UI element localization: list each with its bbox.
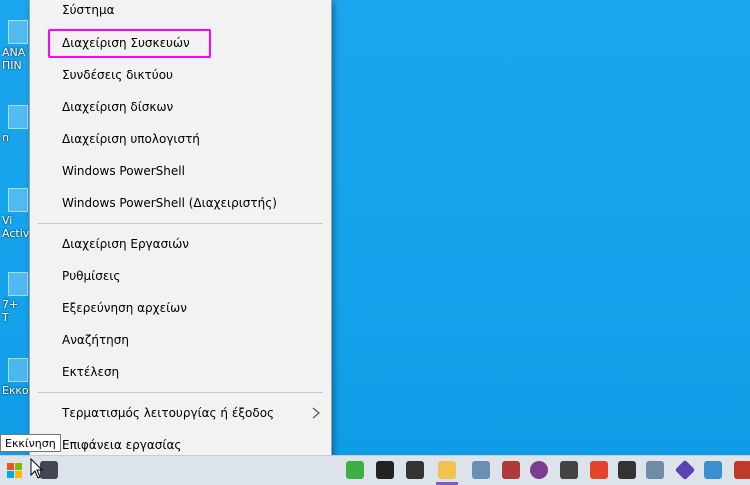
desktop-icon-label: 7+ — [2, 298, 19, 311]
menu-item-task-manager[interactable]: Διαχείριση Εργασιών — [30, 232, 331, 256]
app-red-icon[interactable] — [502, 461, 520, 479]
menu-item-label: Διαχείριση Συσκευών — [62, 36, 190, 50]
app-s-icon[interactable] — [590, 461, 608, 479]
app-dark-icon[interactable] — [406, 461, 424, 479]
menu-item-shutdown[interactable]: Τερματισμός λειτουργίας ή έξοδος — [30, 401, 331, 425]
menu-item-label: Διαχείριση δίσκων — [62, 100, 174, 114]
start-button[interactable] — [0, 456, 30, 485]
menu-separator — [38, 392, 323, 393]
menu-item-label: Συνδέσεις δικτύου — [62, 68, 173, 82]
desktop-icon-1[interactable]: ΑΝΑ ΠΙΝ — [2, 20, 32, 72]
menu-item-label: Σύστημα — [62, 3, 115, 17]
winx-context-menu: Σύστημα Διαχείριση Συσκευών Συνδέσεις δι… — [29, 0, 332, 468]
desktop-icon-2[interactable]: n — [2, 105, 32, 144]
menu-item-file-explorer[interactable]: Εξερεύνηση αρχείων — [30, 296, 331, 320]
photos-icon[interactable] — [472, 461, 490, 479]
file-icon — [8, 20, 28, 44]
menu-item-computer-management[interactable]: Διαχείριση υπολογιστή — [30, 127, 331, 151]
menu-item-powershell-admin[interactable]: Windows PowerShell (Διαχειριστής) — [30, 191, 331, 215]
menu-item-system[interactable]: Σύστημα — [30, 0, 331, 22]
file-icon — [8, 272, 28, 296]
mouse-cursor-icon — [30, 458, 44, 479]
desktop-icon-3[interactable]: Vi Activ — [2, 188, 32, 240]
menu-item-desktop[interactable]: Επιφάνεια εργασίας — [30, 433, 331, 457]
menu-item-label: Windows PowerShell (Διαχειριστής) — [62, 196, 277, 210]
app-purple-icon[interactable] — [530, 461, 548, 479]
menu-item-run[interactable]: Εκτέλεση — [30, 360, 331, 384]
menu-item-label: Ρυθμίσεις — [62, 269, 121, 283]
camera-icon[interactable] — [560, 461, 578, 479]
menu-item-settings[interactable]: Ρυθμίσεις — [30, 264, 331, 288]
menu-separator — [38, 223, 323, 224]
desktop-icon-label: Εκκο — [2, 384, 29, 397]
desktop-icon-label: n — [2, 131, 9, 144]
menu-item-disk-management[interactable]: Διαχείριση δίσκων — [30, 95, 331, 119]
menu-item-label: Τερματισμός λειτουργίας ή έξοδος — [62, 406, 275, 420]
app-edge-icon[interactable] — [734, 461, 750, 479]
desktop-icon-label: Vi — [2, 214, 13, 227]
menu-item-search[interactable]: Αναζήτηση — [30, 328, 331, 352]
menu-item-label: Εξερεύνηση αρχείων — [62, 301, 187, 315]
menu-item-label: Επιφάνεια εργασίας — [62, 438, 182, 452]
desktop-icon-4[interactable]: 7+ T — [2, 272, 32, 324]
file-explorer-icon[interactable] — [438, 461, 456, 479]
desktop-icon-label: ΑΝΑ — [2, 46, 26, 59]
desktop-icon-label: T — [2, 311, 9, 324]
menu-item-label: Διαχείριση υπολογιστή — [62, 132, 200, 146]
file-icon — [8, 105, 28, 129]
menu-item-network-connections[interactable]: Συνδέσεις δικτύου — [30, 63, 331, 87]
desktop-icon-label: Activ — [2, 227, 30, 240]
menu-item-label: Εκτέλεση — [62, 365, 120, 379]
chevron-right-icon — [312, 407, 320, 419]
menu-item-powershell[interactable]: Windows PowerShell — [30, 159, 331, 183]
file-icon — [8, 188, 28, 212]
app-x-icon[interactable] — [376, 461, 394, 479]
app-diamond-icon[interactable] — [674, 459, 696, 481]
app-gray-icon[interactable] — [646, 461, 664, 479]
start-tooltip: Εκκίνηση — [0, 434, 61, 452]
desktop-icon-label: ΠΙΝ — [2, 59, 22, 72]
menu-item-label: Windows PowerShell — [62, 164, 185, 178]
evernote-icon[interactable] — [346, 461, 364, 479]
windows-logo-icon — [7, 462, 22, 478]
file-icon — [8, 358, 28, 382]
menu-item-device-manager[interactable]: Διαχείριση Συσκευών — [30, 31, 331, 55]
app-black-icon[interactable] — [618, 461, 636, 479]
monitor-icon[interactable] — [704, 461, 722, 479]
menu-item-label: Αναζήτηση — [62, 333, 129, 347]
taskbar — [0, 455, 750, 485]
desktop-icon-5[interactable]: Εκκο — [2, 358, 32, 397]
menu-item-label: Διαχείριση Εργασιών — [62, 237, 189, 251]
